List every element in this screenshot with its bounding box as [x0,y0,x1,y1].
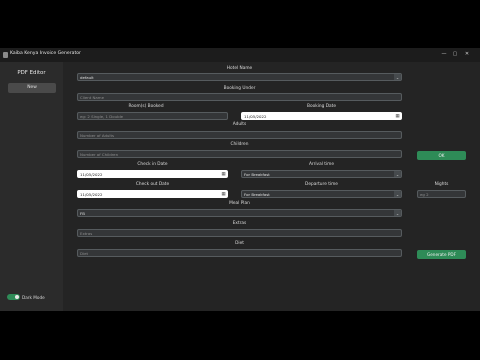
invoice-form: Hotel Name default ⌄ Booking Under Clien… [63,62,480,311]
meal-plan-select[interactable]: FB ⌄ [77,209,402,217]
client-name-input[interactable]: Client Name [77,93,402,101]
hotel-name-value: default [80,75,94,80]
extras-input[interactable]: Extras [77,229,402,237]
check-in-date-value: 11/05/2022 [80,172,103,177]
check-out-label: Check out Date [135,182,170,187]
dark-mode-label: Dark Mode [22,295,45,300]
chevron-down-icon: ⌄ [394,210,401,216]
meal-plan-value: FB [80,211,85,216]
generate-pdf-button[interactable]: Generate PDF [417,250,466,259]
diet-input[interactable]: Diet [77,249,402,257]
title-bar: Kaiba Kenya Invoice Generator — ▢ ✕ [0,48,480,62]
calendar-icon[interactable]: ▦ [220,171,227,177]
new-button[interactable]: New [8,83,56,93]
hotel-name-select[interactable]: default ⌄ [77,73,402,81]
close-button[interactable]: ✕ [463,51,471,57]
maximize-button[interactable]: ▢ [451,51,459,57]
adults-input[interactable]: Number of Adults [77,131,402,139]
check-out-date-value: 11/05/2022 [80,192,103,197]
nights-label: Nights [434,182,449,187]
departure-time-label: Departure time [305,182,338,187]
app-icon [3,52,8,58]
hotel-name-label: Hotel Name [226,66,253,71]
sidebar-title: PDF Editor [17,70,46,76]
chevron-down-icon: ⌄ [394,191,401,197]
booking-date-value: 11/05/2022 [244,114,267,119]
chevron-down-icon: ⌄ [394,171,401,177]
children-label: Children [230,142,249,147]
window-title: Kaiba Kenya Invoice Generator [10,51,81,56]
switch-knob [15,295,19,299]
chevron-down-icon: ⌄ [394,74,401,80]
booking-under-label: Booking Under [223,86,256,91]
calendar-icon[interactable]: ▦ [394,113,401,119]
arrival-time-select[interactable]: For Breakfast ⌄ [241,170,402,178]
rooms-booked-input[interactable]: eg: 2 Single, 1 Double [77,112,228,120]
departure-time-select[interactable]: For Breakfast ⌄ [241,190,402,198]
ok-button[interactable]: OK [417,151,466,160]
adults-label: Adults [232,122,247,127]
nights-input[interactable]: eg 2 [417,190,466,198]
booking-date-input[interactable]: 11/05/2022 ▦ [241,112,402,120]
departure-time-value: For Breakfast [244,192,270,197]
arrival-time-value: For Breakfast [244,172,270,177]
check-in-date-input[interactable]: 11/05/2022 ▦ [77,170,228,178]
extras-label: Extras [232,221,247,226]
diet-label: Diet [235,241,244,246]
booking-date-label: Booking Date [307,104,336,109]
check-out-date-input[interactable]: 11/05/2022 ▦ [77,190,228,198]
app-window: Kaiba Kenya Invoice Generator — ▢ ✕ PDF … [0,48,480,311]
minimize-button[interactable]: — [440,51,448,57]
arrival-time-label: Arrival time [308,162,335,167]
calendar-icon[interactable]: ▦ [220,191,227,197]
meal-plan-label: Meal Plan [229,201,250,206]
sidebar: PDF Editor New Dark Mode [0,62,63,311]
check-in-label: Check in Date [137,162,168,167]
rooms-booked-label: Room(s) Booked [128,104,164,109]
children-input[interactable]: Number of Children [77,150,402,158]
dark-mode-switch[interactable] [7,294,20,300]
